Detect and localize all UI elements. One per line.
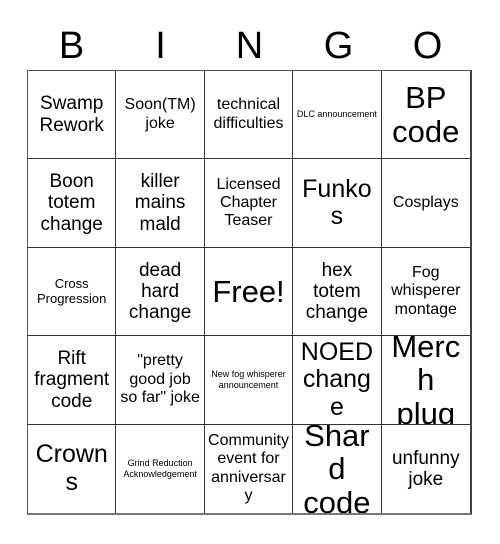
bingo-cell[interactable]: Shard code — [293, 424, 382, 513]
header-letter-o: O — [412, 25, 443, 67]
bingo-cell[interactable]: Community event for anniversary — [204, 424, 294, 513]
bingo-cell-label: BP code — [392, 80, 460, 149]
bingo-cell-label: Cosplays — [392, 193, 459, 211]
bingo-cell[interactable]: Merch plug — [381, 336, 470, 425]
header-letter-i: I — [155, 25, 166, 67]
bingo-cell[interactable]: killer mains mald — [116, 159, 205, 248]
bingo-cell-label: technical difficulties — [213, 96, 284, 132]
bingo-cell-label: Free! — [212, 273, 285, 309]
bingo-cell[interactable]: New fog whisperer announcement — [204, 336, 294, 425]
bingo-cell[interactable]: Swamp Rework — [28, 71, 117, 160]
bingo-cell-label: Merch plug — [391, 336, 461, 425]
bingo-cell[interactable]: Cosplays — [381, 159, 470, 248]
bingo-cell[interactable]: Boon totem change — [28, 159, 117, 248]
bingo-cell[interactable]: Fog whisperer montage — [381, 247, 470, 337]
bingo-grid: Swamp Rework Soon(TM) joke technical diffi… — [27, 70, 472, 515]
bingo-cell-label: Swamp Rework — [39, 93, 104, 136]
header-letter-g: G — [323, 25, 354, 67]
bingo-cell-label: unfunny joke — [391, 447, 460, 490]
bingo-header-row: B I N G O — [27, 22, 472, 70]
bingo-cell[interactable]: Soon(TM) joke — [116, 71, 205, 160]
bingo-cell-label: dead hard change — [128, 259, 192, 324]
bingo-cell[interactable]: dead hard change — [116, 247, 205, 337]
bingo-cell[interactable]: hex totem change — [293, 247, 382, 337]
bingo-cell[interactable]: Cross Progression — [28, 247, 117, 337]
bingo-cell-label: NOED change — [300, 337, 373, 421]
bingo-cell-label: DLC announcement — [296, 109, 377, 120]
bingo-cell-label: Funkos — [302, 174, 372, 231]
bingo-cell-label: Cross Progression — [37, 275, 107, 307]
bingo-cell-label: killer mains mald — [134, 171, 186, 235]
header-letter-n: N — [235, 25, 264, 67]
bingo-cell[interactable]: Funkos — [293, 159, 382, 248]
bingo-cell[interactable]: Crowns — [28, 424, 117, 513]
header-letter-b: B — [58, 25, 85, 67]
bingo-card: B I N G O Swamp Rework Soon(TM) joke techn… — [0, 0, 500, 544]
bingo-cell-label: New fog whisperer announcement — [211, 368, 286, 390]
bingo-cell[interactable]: DLC announcement — [293, 71, 382, 160]
bingo-cell-label: Community event for anniversary — [208, 432, 289, 505]
bingo-cell-label: hex totem change — [305, 259, 369, 324]
bingo-cell[interactable]: "pretty good job so far" joke — [116, 336, 205, 425]
bingo-cell-free[interactable]: Free! — [204, 247, 294, 337]
bingo-cell[interactable]: NOED change — [293, 336, 382, 425]
bingo-cell[interactable]: Grind Reduction Acknowledgement — [116, 424, 205, 513]
bingo-cell[interactable]: BP code — [381, 71, 470, 160]
bingo-cell-label: Licensed Chapter Teaser — [216, 175, 281, 230]
bingo-cell[interactable]: technical difficulties — [204, 71, 294, 160]
bingo-cell-label: Grind Reduction Acknowledgement — [123, 457, 197, 479]
bingo-cell-label: Crowns — [35, 440, 108, 496]
bingo-cell-label: "pretty good job so far" joke — [120, 352, 200, 407]
bingo-cell-label: Rift fragment code — [34, 347, 110, 412]
bingo-cell-label: Boon totem change — [40, 171, 103, 235]
bingo-cell-label: Soon(TM) joke — [124, 96, 196, 132]
bingo-cell-label: Shard code — [303, 424, 371, 513]
bingo-cell[interactable]: Rift fragment code — [28, 336, 117, 425]
bingo-cell[interactable]: unfunny joke — [381, 424, 470, 513]
bingo-cell[interactable]: Licensed Chapter Teaser — [204, 159, 294, 248]
bingo-cell-label: Fog whisperer montage — [391, 263, 461, 318]
